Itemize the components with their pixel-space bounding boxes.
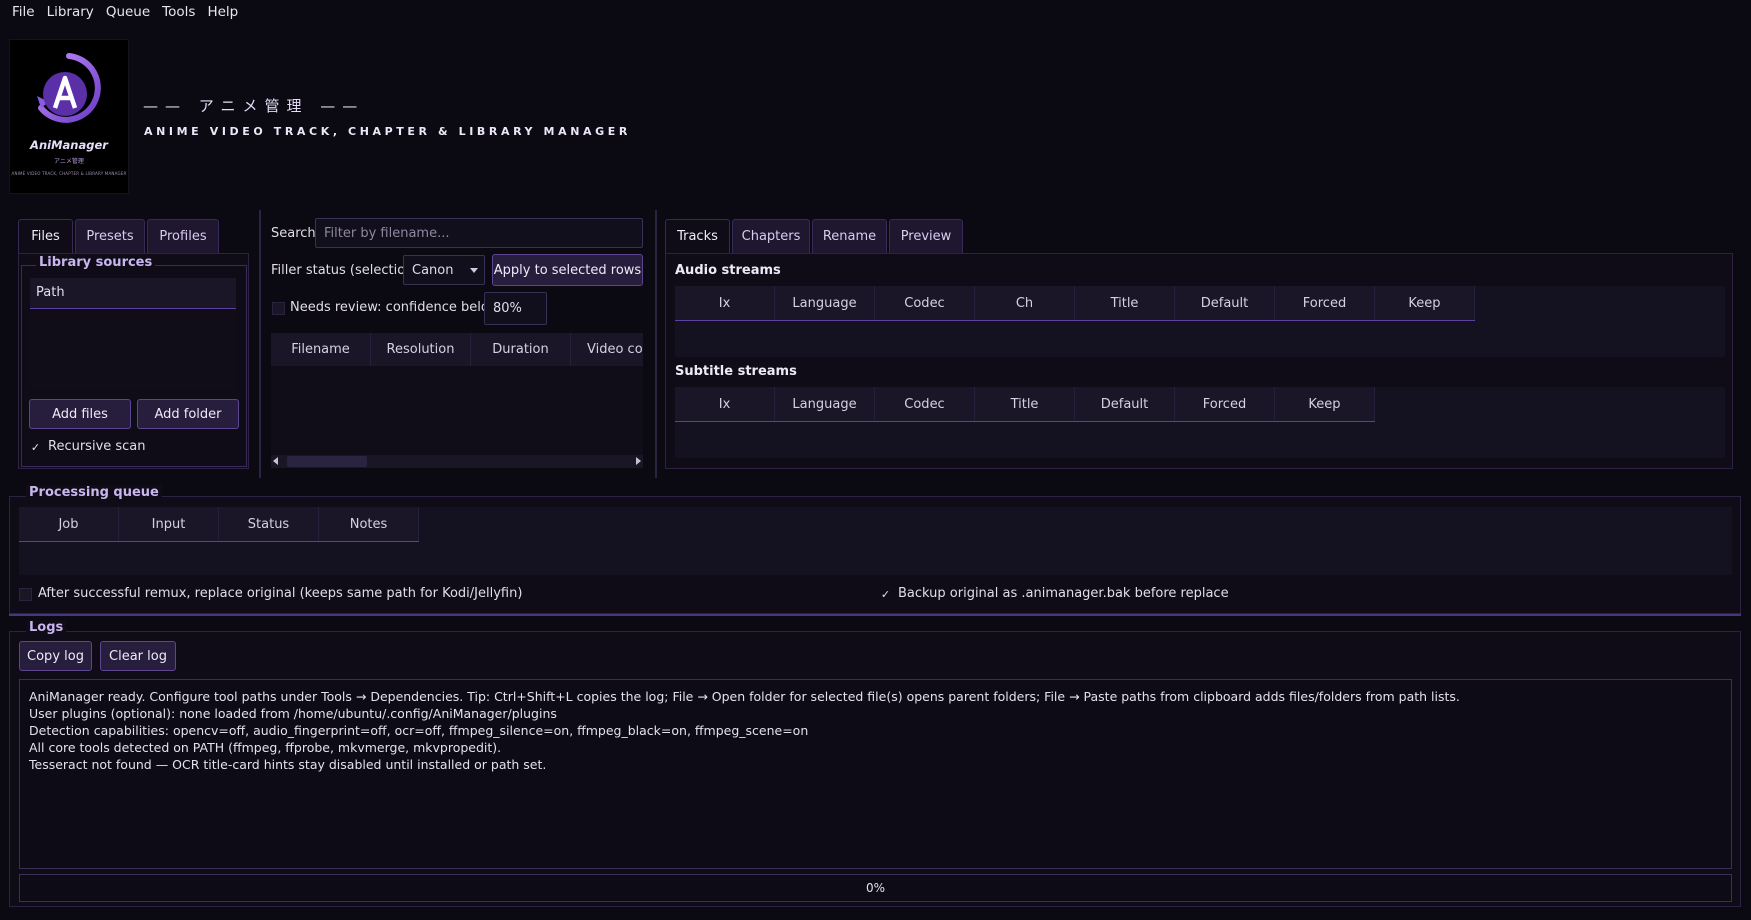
- subtitle-col-language[interactable]: Language: [775, 387, 875, 421]
- queue-col-job[interactable]: Job: [19, 507, 119, 541]
- replace-original-label: After successful remux, replace original…: [38, 586, 523, 601]
- audio-col-ch[interactable]: Ch: [975, 286, 1075, 320]
- audio-col-language[interactable]: Language: [775, 286, 875, 320]
- tab-preview[interactable]: Preview: [889, 219, 963, 253]
- log-line: AniManager ready. Configure tool paths u…: [29, 689, 1460, 704]
- header-jp-title: —— アニメ管理 ——: [143, 97, 365, 115]
- section-divider: [9, 614, 1741, 616]
- horizontal-scrollbar[interactable]: [271, 455, 643, 468]
- subtitle-col-default[interactable]: Default: [1075, 387, 1175, 421]
- chevron-down-icon: [470, 268, 478, 273]
- queue-col-input[interactable]: Input: [119, 507, 219, 541]
- log-line: Tesseract not found — OCR title-card hin…: [29, 757, 547, 772]
- queue-col-status[interactable]: Status: [219, 507, 319, 541]
- filler-status-label: Filler status (selection): [271, 263, 419, 278]
- audio-col-title[interactable]: Title: [1075, 286, 1175, 320]
- column-resolution[interactable]: Resolution: [371, 333, 471, 366]
- search-input[interactable]: Filter by filename...: [315, 218, 643, 248]
- scrollbar-thumb[interactable]: [287, 456, 367, 467]
- menu-file[interactable]: File: [6, 4, 41, 20]
- filler-status-select[interactable]: Canon: [403, 255, 485, 285]
- tab-chapters[interactable]: Chapters: [732, 219, 810, 253]
- subtitle-col-codec[interactable]: Codec: [875, 387, 975, 421]
- column-video-codec[interactable]: Video cod: [571, 333, 643, 366]
- menu-queue[interactable]: Queue: [100, 4, 156, 20]
- clear-log-button[interactable]: Clear log: [100, 641, 176, 671]
- recursive-scan-checkbox[interactable]: ✓: [29, 441, 42, 454]
- confidence-input[interactable]: 80%: [484, 292, 547, 325]
- subtitle-col-ix[interactable]: Ix: [675, 387, 775, 421]
- apply-selected-rows-button[interactable]: Apply to selected rows: [492, 254, 643, 286]
- audio-col-ix[interactable]: Ix: [675, 286, 775, 320]
- menu-library[interactable]: Library: [41, 4, 100, 20]
- add-folder-button[interactable]: Add folder: [137, 399, 239, 429]
- logo-jp: アニメ管理: [54, 158, 84, 165]
- menu-bar: File Library Queue Tools Help: [0, 0, 1751, 24]
- audio-table-header: Ix Language Codec Ch Title Default Force…: [675, 286, 1475, 321]
- replace-original-checkbox[interactable]: [19, 588, 32, 601]
- tab-profiles[interactable]: Profiles: [147, 219, 219, 253]
- logs-title: Logs: [26, 620, 67, 635]
- library-table-header: Path: [30, 278, 236, 309]
- logo-tagline: ANIME VIDEO TRACK, CHAPTER & LIBRARY MAN…: [11, 171, 127, 176]
- app-logo: AniManager アニメ管理 ANIME VIDEO TRACK, CHAP…: [9, 39, 129, 194]
- add-files-button[interactable]: Add files: [29, 399, 131, 429]
- backup-original-label: Backup original as .animanager.bak befor…: [898, 586, 1229, 601]
- queue-table-header: Job Input Status Notes: [19, 507, 419, 542]
- progress-text: 0%: [865, 881, 886, 895]
- column-duration[interactable]: Duration: [471, 333, 571, 366]
- column-path[interactable]: Path: [36, 285, 65, 300]
- progress-bar: 0%: [19, 874, 1732, 902]
- audio-streams-title: Audio streams: [675, 263, 781, 278]
- log-line: All core tools detected on PATH (ffmpeg,…: [29, 740, 502, 755]
- subtitle-streams-title: Subtitle streams: [675, 364, 797, 379]
- subtitle-col-title[interactable]: Title: [975, 387, 1075, 421]
- audio-col-forced[interactable]: Forced: [1275, 286, 1375, 320]
- tab-tracks[interactable]: Tracks: [665, 219, 730, 253]
- logo-name: AniManager: [30, 138, 108, 152]
- header-subtitle: ANIME VIDEO TRACK, CHAPTER & LIBRARY MAN…: [144, 125, 631, 138]
- search-label: Search: [271, 226, 316, 241]
- copy-log-button[interactable]: Copy log: [19, 641, 92, 671]
- column-filename[interactable]: Filename: [271, 333, 371, 366]
- processing-queue-title: Processing queue: [26, 485, 162, 500]
- library-sources-title: Library sources: [36, 255, 156, 270]
- log-output[interactable]: AniManager ready. Configure tool paths u…: [19, 679, 1732, 869]
- tab-presets[interactable]: Presets: [75, 219, 145, 253]
- subtitle-table-header: Ix Language Codec Title Default Forced K…: [675, 387, 1375, 422]
- filler-status-value: Canon: [412, 262, 454, 278]
- queue-col-notes[interactable]: Notes: [319, 507, 419, 541]
- splitter-right[interactable]: [655, 210, 657, 478]
- scroll-right-icon[interactable]: [636, 457, 641, 465]
- scroll-left-icon[interactable]: [273, 457, 278, 465]
- library-table-body: [30, 310, 236, 390]
- subtitle-col-keep[interactable]: Keep: [1275, 387, 1375, 421]
- needs-review-checkbox[interactable]: [272, 302, 285, 315]
- files-table-header: Filename Resolution Duration Video cod: [271, 333, 643, 366]
- subtitle-col-forced[interactable]: Forced: [1175, 387, 1275, 421]
- menu-tools[interactable]: Tools: [156, 4, 201, 20]
- audio-col-default[interactable]: Default: [1175, 286, 1275, 320]
- audio-col-keep[interactable]: Keep: [1375, 286, 1475, 320]
- log-line: Detection capabilities: opencv=off, audi…: [29, 723, 809, 738]
- splitter-left[interactable]: [259, 210, 261, 478]
- needs-review-label: Needs review: confidence below: [290, 300, 500, 315]
- tab-files[interactable]: Files: [18, 219, 73, 253]
- logo-emblem-icon: [37, 53, 101, 123]
- audio-col-codec[interactable]: Codec: [875, 286, 975, 320]
- log-line: User plugins (optional): none loaded fro…: [29, 706, 557, 721]
- menu-help[interactable]: Help: [201, 4, 244, 20]
- recursive-scan-label: Recursive scan: [48, 439, 146, 454]
- tab-rename[interactable]: Rename: [812, 219, 887, 253]
- backup-original-checkbox[interactable]: ✓: [879, 588, 892, 601]
